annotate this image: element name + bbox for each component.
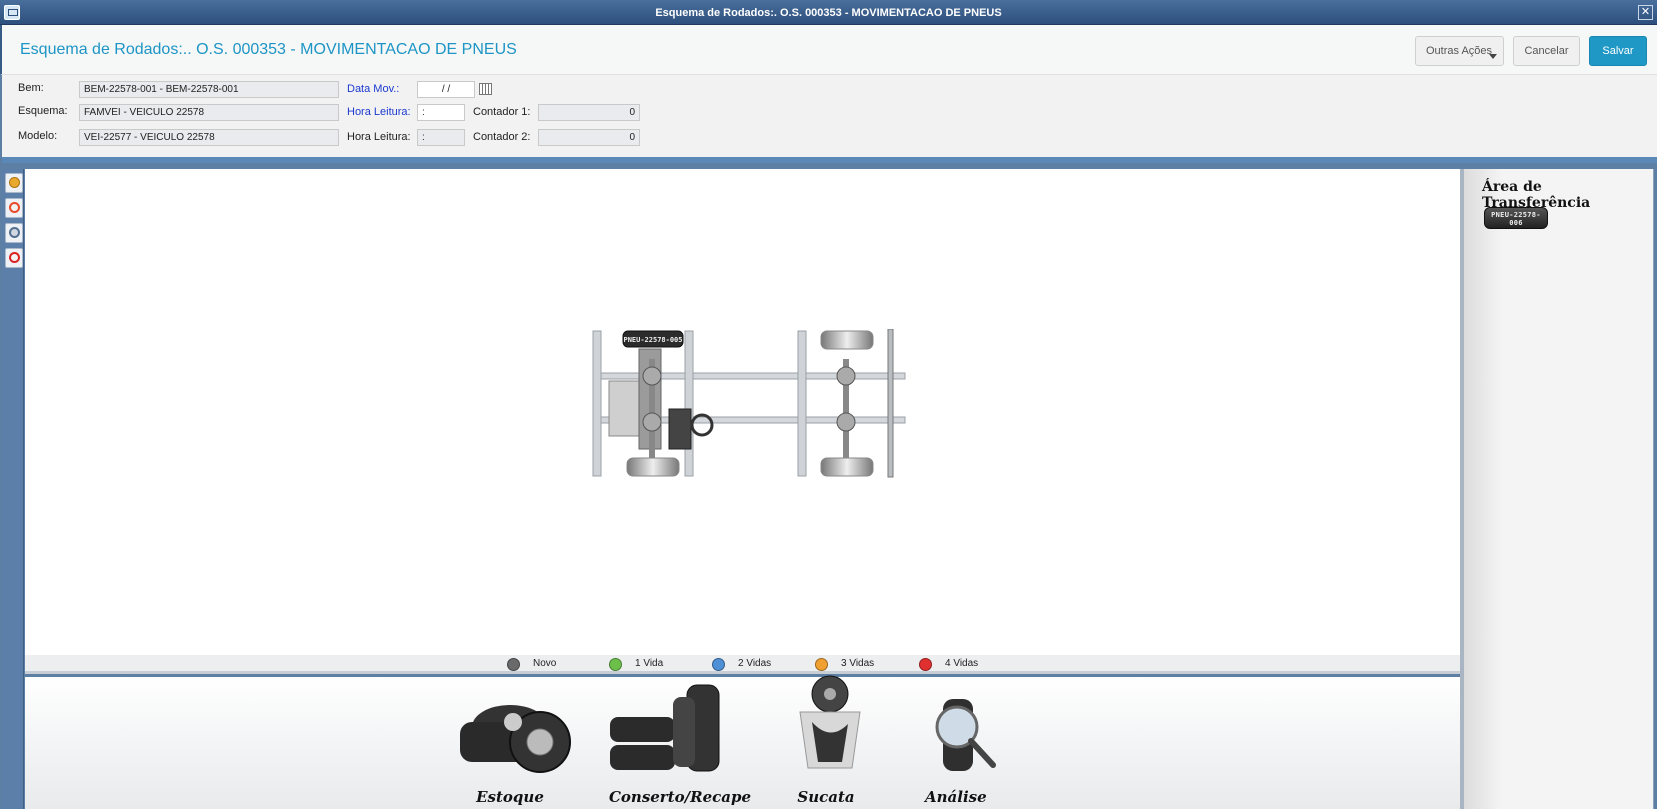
search-icon[interactable] [5, 173, 23, 193]
calendar-icon[interactable] [479, 83, 492, 95]
repair-drop-target[interactable]: Conserto/Recape [605, 677, 755, 809]
save-button[interactable]: Salvar [1589, 36, 1647, 66]
scrap-drop-target[interactable]: Sucata [790, 675, 870, 809]
legend-label: 4 Vidas [945, 658, 979, 669]
legend-dot-icon [919, 658, 932, 671]
legend-label: 2 Vidas [738, 658, 772, 669]
destination-panel: Estoque Conserto/Recape Sucata Análise [25, 675, 1460, 809]
esquema-label: Esquema: [18, 105, 68, 117]
hora-leitura-2-field[interactable]: : [417, 129, 465, 146]
tire-label: PNEU-22578-005 [623, 336, 682, 344]
modelo-label: Modelo: [18, 130, 58, 142]
stock-drop-target[interactable]: Estoque [455, 677, 585, 809]
bem-label: Bem: [18, 82, 44, 94]
left-toolbar [2, 169, 24, 809]
tire-rear-left[interactable] [820, 330, 874, 350]
legend-label: Novo [533, 658, 557, 669]
tire-repair-icon [610, 684, 720, 772]
modelo-field[interactable]: VEI-22577 - VEICULO 22578 [79, 129, 339, 146]
window-title: Esquema de Rodados:. O.S. 000353 - MOVIM… [655, 7, 1002, 19]
chevron-down-icon [1489, 54, 1497, 59]
tire-swap-icon[interactable] [5, 223, 23, 243]
transfer-area[interactable]: Área de Transferência PNEU-22578-006 [1464, 169, 1654, 809]
header-form: Bem: BEM-22578-001 - BEM-22578-001 Esque… [2, 75, 1657, 163]
stock-label: Estoque [476, 788, 544, 806]
other-actions-label: Outras Ações [1426, 45, 1493, 57]
close-icon[interactable]: ✕ [1638, 5, 1653, 20]
legend-label: 3 Vidas [841, 658, 875, 669]
vehicle-chassis-diagram: PNEU-22578-005 [592, 329, 906, 478]
tire-remove-icon[interactable] [5, 248, 23, 268]
tire-stack-icon [460, 705, 571, 773]
legend-dot-icon [507, 658, 520, 671]
legend-dot-icon [815, 658, 828, 671]
magnifier-tire-icon [935, 699, 996, 771]
transfer-tire-label: PNEU-22578-006 [1491, 211, 1541, 227]
cancel-button[interactable]: Cancelar [1513, 36, 1580, 66]
contador-2-label: Contador 2: [473, 131, 531, 143]
legend-dot-icon [609, 658, 622, 671]
repair-label: Conserto/Recape [608, 788, 752, 806]
analysis-drop-target[interactable]: Análise [925, 677, 1015, 809]
scrap-bin-icon [799, 675, 861, 769]
esquema-field[interactable]: FAMVEI - VEICULO 22578 [79, 104, 339, 121]
tire-layout-canvas: PNEU-22578-005 [25, 169, 1460, 655]
gauge-icon[interactable] [5, 198, 23, 218]
tire-rear-right[interactable] [820, 457, 874, 477]
contador-2-field[interactable]: 0 [538, 129, 640, 146]
analysis-label: Análise [925, 788, 987, 806]
tire-life-legend: Novo 1 Vida 2 Vidas 3 Vidas 4 Vidas [25, 655, 1460, 674]
other-actions-button[interactable]: Outras Ações [1415, 36, 1504, 66]
contador-1-field[interactable]: 0 [538, 104, 640, 121]
hora-leitura-2-label: Hora Leitura: [347, 131, 411, 143]
bem-field[interactable]: BEM-22578-001 - BEM-22578-001 [79, 81, 339, 98]
contador-1-label: Contador 1: [473, 106, 531, 118]
hora-leitura-1-label: Hora Leitura: [347, 106, 411, 118]
page-header: Esquema de Rodados:.. O.S. 000353 - MOVI… [0, 25, 1657, 75]
transfer-tire[interactable]: PNEU-22578-006 [1484, 207, 1548, 229]
tire-front-right[interactable] [626, 457, 680, 477]
hora-leitura-1-field[interactable]: : [417, 104, 465, 121]
window-titlebar: Esquema de Rodados:. O.S. 000353 - MOVIM… [0, 0, 1657, 25]
scrap-label: Sucata [797, 788, 855, 806]
data-mov-field[interactable]: / / [417, 81, 475, 98]
data-mov-label: Data Mov.: [347, 83, 400, 95]
page-title: Esquema de Rodados:.. O.S. 000353 - MOVI… [20, 41, 517, 58]
legend-dot-icon [712, 658, 725, 671]
legend-label: 1 Vida [635, 658, 664, 669]
